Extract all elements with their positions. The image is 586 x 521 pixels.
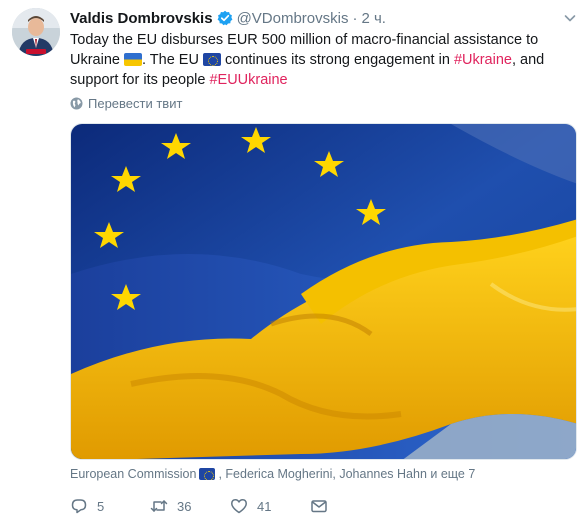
reply-count: 5 [97, 498, 105, 514]
ukraine-flag-emoji-icon [124, 53, 142, 66]
reply-button[interactable]: 5 [70, 497, 150, 515]
tagged-rest: , Federica Mogherini, Johannes Hahn и ещ… [218, 467, 476, 481]
tweet-photo[interactable] [70, 123, 577, 460]
verified-badge-icon [217, 10, 233, 26]
direct-message-button[interactable] [310, 497, 350, 515]
translate-tweet-link[interactable]: Перевести твит [70, 96, 182, 111]
tweet-timestamp[interactable]: 2 ч. [361, 10, 386, 27]
separator-dot: · [352, 9, 358, 27]
author-name[interactable]: Valdis Dombrovskis [70, 10, 213, 27]
tweet-header: Valdis Dombrovskis @VDombrovskis · 2 ч. [70, 8, 386, 28]
translate-label: Перевести твит [88, 96, 183, 111]
mail-icon [311, 500, 327, 513]
globe-icon [70, 97, 83, 110]
tagged-users[interactable]: European Commission , Federica Mogherini… [70, 467, 475, 481]
chevron-down-icon[interactable] [562, 10, 578, 26]
tweet-actions: 5 36 41 [70, 495, 350, 517]
like-count: 41 [257, 498, 272, 514]
retweet-count: 36 [177, 498, 192, 514]
tweet-text-part: . The EU [142, 52, 203, 68]
tagged-first: European Commission [70, 467, 197, 481]
author-handle[interactable]: @VDombrovskis [237, 10, 349, 27]
retweet-button[interactable]: 36 [150, 497, 230, 515]
hashtag-euukraine-link[interactable]: #EUUkraine [209, 72, 287, 88]
hashtag-ukraine-link[interactable]: #Ukraine [454, 52, 512, 68]
eu-flag-emoji-icon [199, 468, 216, 480]
eu-flag-emoji-icon [202, 53, 221, 66]
tweet-text-part: continues its strong engagement in [220, 52, 454, 68]
reply-icon [71, 499, 87, 514]
like-button[interactable]: 41 [230, 497, 310, 515]
retweet-icon [150, 500, 168, 512]
author-avatar[interactable] [12, 8, 60, 56]
tweet-text: Today the EU disburses EUR 500 million o… [70, 30, 580, 90]
heart-icon [231, 499, 247, 514]
